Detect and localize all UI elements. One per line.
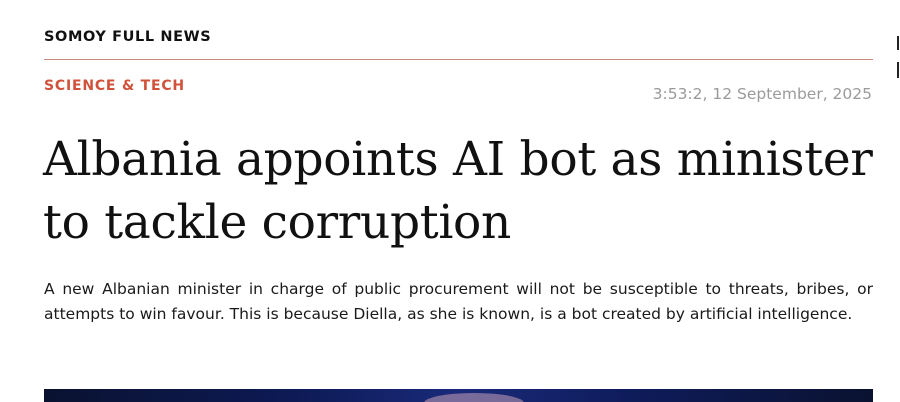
news-article-page: SOMOY FULL NEWS SCIENCE & TECH 3:53:2, 1… <box>0 0 900 402</box>
site-name[interactable]: SOMOY FULL NEWS <box>44 29 211 45</box>
article-hero-image <box>44 389 873 402</box>
article-headline: Albania appoints AI bot as minister to t… <box>43 132 873 250</box>
publish-timestamp: 3:53:2, 12 September, 2025 <box>652 85 872 103</box>
right-edge-mark <box>897 62 899 78</box>
right-edge-mark <box>897 36 899 50</box>
header-divider <box>44 59 873 60</box>
category-label[interactable]: SCIENCE & TECH <box>44 78 185 94</box>
article-summary: A new Albanian minister in charge of pub… <box>44 280 873 323</box>
image-highlight <box>424 393 524 402</box>
